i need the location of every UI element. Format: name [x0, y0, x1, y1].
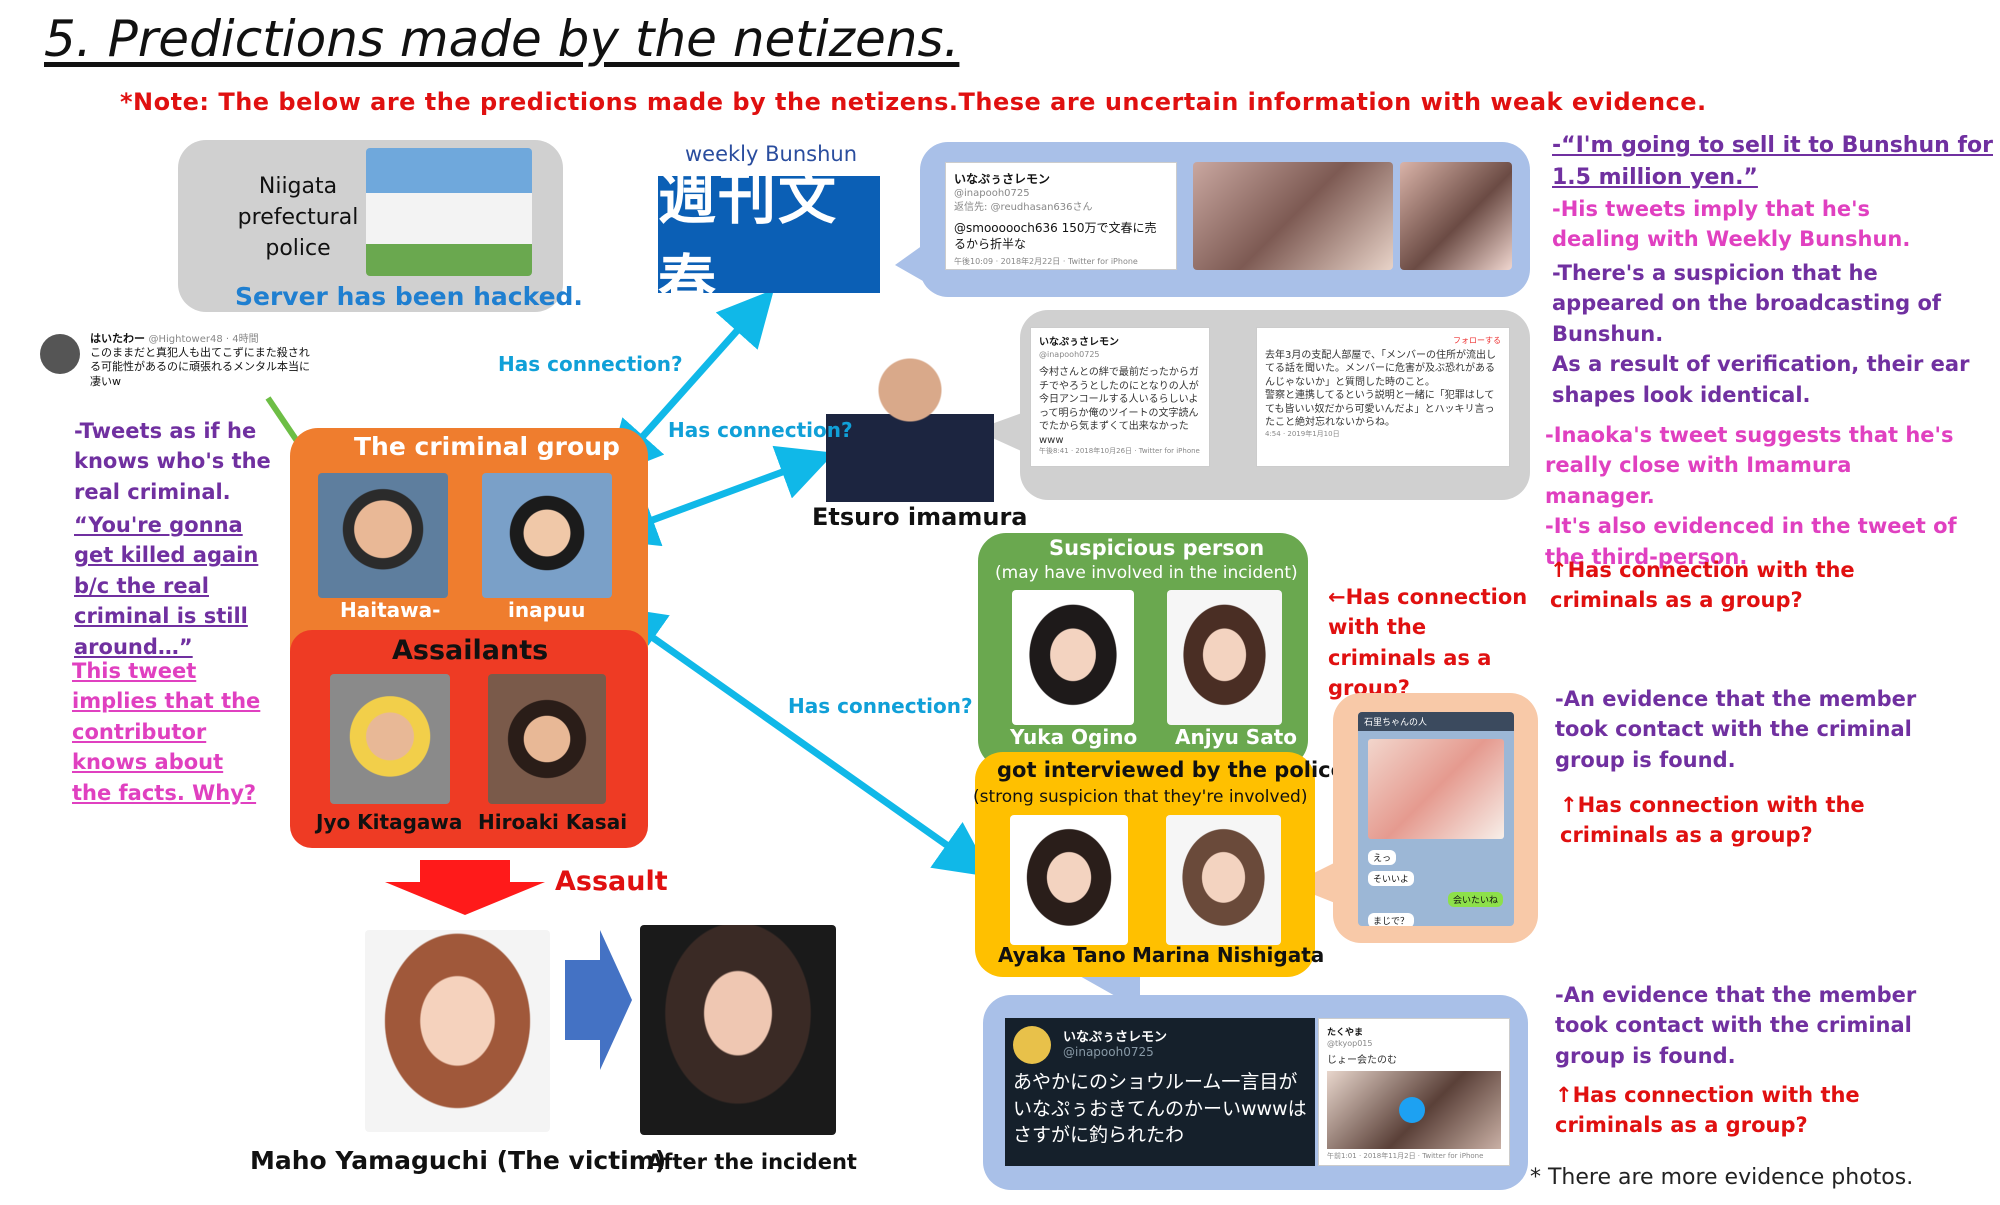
tweet-handle: @tkyop015	[1327, 1039, 1373, 1049]
inapuu-tweet-imamura: いなぷぅさレモン @inapooh0725 今村さんとの絆で最前だったからガチで…	[1030, 327, 1210, 467]
chat-message: まじで？	[1368, 913, 1415, 926]
has-connection-note-2: ↑Has connection with the criminals as a …	[1560, 793, 1865, 848]
suspicion-note: -There's a suspicion that he appeared on…	[1552, 261, 1970, 407]
inapuu-photo	[482, 473, 612, 598]
tweet-meta: 4:54 · 2019年1月10日	[1265, 429, 1340, 438]
connection-label-bunshun: Has connection?	[498, 352, 683, 376]
bunshun-logo: 週刊文春	[658, 164, 880, 316]
inapuu-tweet-showroom: いなぷぅさレモン @inapooh0725 あやかにのショウルーム一言目がいなぷ…	[1005, 1018, 1315, 1166]
criminal-group-title: The criminal group	[354, 432, 620, 461]
chat-message: そいいよ	[1368, 871, 1414, 886]
member-name-inapuu: inapuu	[508, 598, 586, 622]
tweet-text: あやかにのショウルーム一言目がいなぷぅおきてんのかーいwwwはさすがに釣られたわ	[1013, 1071, 1307, 1147]
third-person-tweet: フォローする 去年3月の支配人部屋で、「メンバーの住所が流出してる話を聞いた。メ…	[1256, 327, 1510, 467]
tweet-name: いなぷぅさレモン	[1063, 1030, 1168, 1045]
inapuu-tweet-bunshun: いなぷぅさレモン @inapooh0725 返信先: @reudhasan636…	[945, 162, 1177, 270]
tweet-text: じょー会たのむ	[1327, 1054, 1397, 1066]
avatar	[1013, 1026, 1051, 1064]
warning-note: *Note: The below are the predictions mad…	[120, 88, 1707, 116]
tweet-name: はいたわー	[90, 332, 145, 345]
haitawa-tweet: はいたわー @Hightower48 · 4時間 このままだと真犯人も出てこずに…	[40, 330, 320, 400]
tweet-text: 去年3月の支配人部屋で、「メンバーの住所が流出してる話を聞いた。メンバーに危害が…	[1265, 349, 1496, 429]
interviewed-name-marina: Marina Nishigata	[1132, 943, 1325, 967]
tweet-name: たくやま	[1327, 1028, 1364, 1038]
tweet-meta: 午前1:01 · 2018年11月2日 · Twitter for iPhone	[1327, 1152, 1484, 1161]
etsuro-label: Etsuro imamura	[812, 503, 1028, 531]
suspicious-subtitle: (may have involved in the incident)	[995, 563, 1298, 583]
tweet-handle: @inapooh0725	[954, 188, 1030, 200]
bunshun-quote-line2: 1.5 million yen.”	[1552, 165, 1758, 190]
broadcast-screenshot	[1193, 162, 1393, 270]
suspect-name-yuka: Yuka Ogino	[1010, 725, 1138, 749]
tweet-meta: 午後8:41 · 2018年10月26日 · Twitter for iPhon…	[1039, 447, 1200, 456]
interviewed-name-ayaka: Ayaka Tano	[998, 943, 1126, 967]
connection-label-etsuro: Has connection?	[668, 418, 853, 442]
assault-arrow	[385, 860, 545, 915]
play-icon[interactable]	[1399, 1097, 1425, 1124]
dealing-note: -His tweets imply that he's dealing with…	[1552, 197, 1911, 252]
killed-again-quote: “You're gonna get killed again b/c the r…	[74, 513, 259, 659]
police-building-photo	[366, 148, 532, 276]
member-name-haitawa: Haitawa-	[340, 598, 441, 622]
avatar	[40, 334, 80, 374]
ayaka-tano-photo	[1010, 815, 1128, 945]
yuka-ogino-photo	[1012, 590, 1134, 725]
jyo-kitagawa-photo	[330, 674, 450, 804]
tweet-handle: @Hightower48 · 4時間	[148, 334, 259, 345]
inaoka-note: -Inaoka's tweet suggests that he's reall…	[1545, 423, 1957, 569]
has-connection-note-1: ↑Has connection with the criminals as a …	[1550, 558, 1855, 613]
marina-nishigata-photo	[1166, 815, 1281, 945]
arrow-inapuu-interviewed	[607, 605, 993, 878]
assailants-title: Assailants	[392, 635, 549, 666]
follow-button[interactable]: フォローする	[1265, 336, 1501, 347]
bunshun-logo-text: 週刊文春	[658, 163, 839, 316]
ear-comparison-photo	[1400, 162, 1512, 270]
third-person-tweet-video: たくやま @tkyop015 じょー会たのむ 午前1:01 · 2018年11月…	[1318, 1018, 1510, 1166]
victim-photo	[365, 930, 550, 1132]
footnote: * There are more evidence photos.	[1530, 1165, 1914, 1190]
tweet-text: 今村さんとの絆で最前だったからガチでやろうとしたのにとなりの人が今日アンコールす…	[1039, 367, 1199, 446]
after-incident-label: After the incident	[647, 1150, 857, 1174]
tweets-as-if-note: -Tweets as if he knows who's the real cr…	[74, 419, 271, 504]
tweet-reply-to: 返信先: @reudhasan636さん	[954, 201, 1093, 213]
page-title: 5. Predictions made by the netizens.	[44, 10, 960, 68]
hiroaki-kasai-photo	[488, 674, 606, 804]
implies-note: This tweet implies that the contributor …	[72, 659, 261, 805]
chat-screenshot: 石里ちゃんの人 えっ そいいよ 会いたいね まじで？	[1358, 712, 1514, 926]
assailant-name-hiroaki: Hiroaki Kasai	[478, 810, 628, 834]
evidence-note-1: -An evidence that the member took contac…	[1555, 687, 1917, 772]
tweet-name: いなぷぅさレモン	[954, 172, 1051, 186]
interviewed-title: got interviewed by the police	[997, 758, 1345, 782]
tweet-name: いなぷぅさレモン	[1039, 337, 1119, 348]
police-label: Niigata prefectural police	[237, 174, 359, 261]
suspicious-connection-note: ←Has connection with the criminals as a …	[1328, 585, 1528, 701]
tweet-meta: 午後10:09 · 2018年2月22日 · Twitter for iPhon…	[954, 256, 1138, 266]
chat-message: えっ	[1368, 850, 1397, 865]
bunshun-quote-line1: -“I'm going to sell it to Bunshun for	[1552, 133, 1993, 158]
connection-label-interviewed: Has connection?	[788, 694, 973, 718]
evidence-note-2: -An evidence that the member took contac…	[1555, 983, 1917, 1068]
tweet-text: @smoooooch636 150万で文春に売るから折半な	[954, 221, 1157, 252]
arrow-etsuro-inapuu	[600, 445, 835, 547]
tweet-handle: @inapooh0725	[1039, 349, 1100, 359]
assailant-name-jyo: Jyo Kitagawa	[316, 810, 463, 834]
after-incident-photo	[640, 925, 836, 1135]
interviewed-subtitle: (strong suspicion that they're involved)	[973, 787, 1308, 807]
chat-header: 石里ちゃんの人	[1358, 712, 1514, 731]
chat-image	[1368, 739, 1504, 839]
suspect-name-anjyu: Anjyu Sato	[1175, 725, 1298, 749]
server-hacked-label: Server has been hacked.	[235, 282, 583, 311]
chat-reply: 会いたいね	[1448, 892, 1504, 907]
tweet-handle: @inapooh0725	[1063, 1045, 1154, 1059]
assault-label: Assault	[555, 866, 668, 897]
victim-label: Maho Yamaguchi (The victim)	[250, 1146, 667, 1175]
video-thumbnail[interactable]	[1327, 1071, 1501, 1150]
has-connection-note-3: ↑Has connection with the criminals as a …	[1555, 1083, 1860, 1138]
tweet-text: このままだと真犯人も出てこずにまた殺される可能性があるのに頑張れるメンタル本当に…	[90, 346, 310, 388]
victim-after-arrow	[565, 930, 632, 1070]
suspicious-title: Suspicious person	[1049, 536, 1265, 560]
haitawa-photo	[318, 473, 448, 598]
anjyu-sato-photo	[1167, 590, 1282, 725]
